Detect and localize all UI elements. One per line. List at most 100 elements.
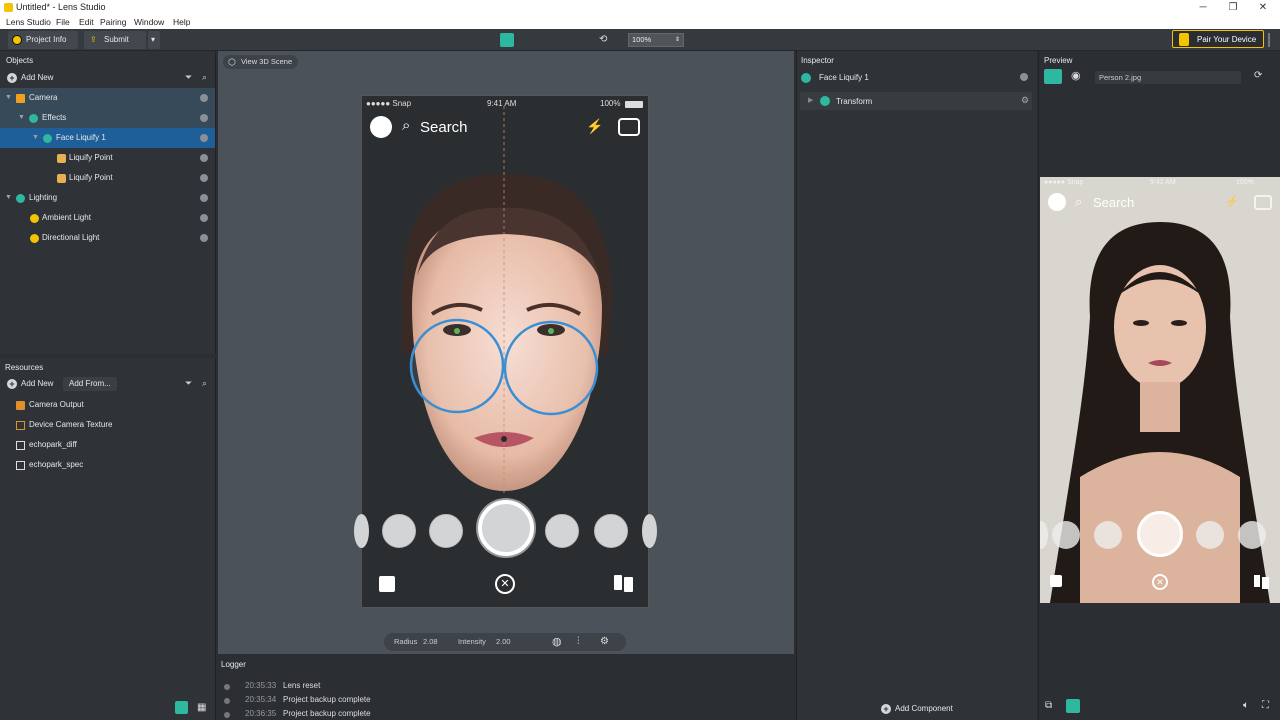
crop-icon[interactable]: ⛶ <box>1262 700 1269 711</box>
submit-dropdown-button[interactable]: ▾ <box>148 31 160 49</box>
reset-icon[interactable]: ⟲ <box>599 34 613 46</box>
resource-item[interactable]: echopark_spec <box>0 455 215 475</box>
snap-ghost-icon <box>12 35 22 45</box>
tree-item-face-liquify[interactable]: ▼ Face Liquify 1 <box>0 128 215 148</box>
visibility-toggle[interactable] <box>200 134 208 142</box>
lens-carousel-item[interactable] <box>594 514 628 548</box>
add-from-button[interactable]: Add From... <box>63 377 117 391</box>
lens-carousel-item[interactable] <box>382 514 416 548</box>
expand-arrow-icon[interactable]: ▶ <box>808 96 813 104</box>
resource-item[interactable]: Device Camera Texture <box>0 415 215 435</box>
search-icon: ⌕ <box>1075 194 1083 209</box>
log-level-icon <box>224 698 230 704</box>
resources-title: Resources <box>5 363 44 372</box>
visibility-toggle[interactable] <box>200 154 208 162</box>
inspector-object-name[interactable]: Face Liquify 1 <box>819 73 869 82</box>
expand-arrow-icon[interactable]: ▼ <box>5 188 12 208</box>
tree-item-liquify-point-1[interactable]: Liquify Point <box>0 148 215 168</box>
menu-file[interactable]: File <box>56 17 70 27</box>
visibility-toggle[interactable] <box>1020 73 1028 81</box>
refresh-icon[interactable]: ⟳ <box>1254 70 1262 81</box>
search-icon[interactable]: ⌕ <box>202 72 207 83</box>
expand-arrow-icon[interactable]: ▼ <box>5 88 12 108</box>
visibility-toggle[interactable] <box>200 174 208 182</box>
preview-settings-icon[interactable] <box>1066 699 1080 713</box>
transform-component[interactable]: ▶ Transform ⚙ <box>800 92 1032 110</box>
face-liquify-icon <box>43 134 52 143</box>
webcam-icon[interactable]: ◉ <box>1071 69 1081 82</box>
globe-icon[interactable]: ◍ <box>552 633 562 651</box>
tree-item-camera[interactable]: ▼ Camera <box>0 88 215 108</box>
lens-carousel-item[interactable] <box>354 514 369 548</box>
submit-lens-button[interactable]: ⇪ Submit Lens <box>84 31 146 62</box>
objects-add-new-button[interactable]: + Add New <box>7 71 53 85</box>
stories-icon[interactable] <box>614 575 634 592</box>
objects-title: Objects <box>6 56 34 65</box>
lens-carousel-item <box>1052 521 1080 549</box>
camera-output-icon <box>16 401 25 410</box>
view-3d-scene-button[interactable]: ⬡ View 3D Scene <box>223 55 299 69</box>
close-lens-icon[interactable]: ✕ <box>495 574 515 594</box>
lens-carousel-item <box>1196 521 1224 549</box>
resource-item[interactable]: echopark_diff <box>0 435 215 455</box>
lens-carousel-item[interactable] <box>642 514 657 548</box>
list-view-icon[interactable] <box>175 701 188 714</box>
lens-carousel-item[interactable] <box>429 514 463 548</box>
search-icon[interactable]: ⌕ <box>202 378 207 389</box>
plus-icon: + <box>7 378 17 389</box>
tree-item-lighting[interactable]: ▼ Lighting <box>0 188 215 208</box>
gear-icon[interactable]: ⚙ <box>1021 95 1029 106</box>
lighting-icon <box>16 194 25 203</box>
title-bar: Untitled* - Lens Studio ─ ❐ ✕ <box>0 0 1280 15</box>
maximize-button[interactable]: ❐ <box>1218 0 1248 15</box>
intensity-value[interactable]: 2.00 <box>496 633 511 651</box>
tree-item-ambient-light[interactable]: Ambient Light <box>0 208 215 228</box>
preview-source-select[interactable]: Person 2.jpg <box>1095 71 1241 84</box>
minimize-button[interactable]: ─ <box>1188 0 1218 15</box>
zoom-select[interactable]: 100% ⇕ <box>628 33 684 47</box>
plus-icon: + <box>7 72 17 83</box>
visibility-toggle[interactable] <box>200 194 208 202</box>
menu-window[interactable]: Window <box>134 17 164 27</box>
visibility-toggle[interactable] <box>200 94 208 102</box>
expand-arrow-icon[interactable]: ▼ <box>32 128 39 148</box>
preview-battery: 100% <box>1236 179 1254 186</box>
preview-time: 9:41 AM <box>1150 179 1176 186</box>
preview-image: ●●●●● Snap 9:41 AM 100% ⌕ Search ⚡ ✕ <box>1040 177 1280 603</box>
tree-item-liquify-point-2[interactable]: Liquify Point <box>0 168 215 188</box>
tree-item-effects[interactable]: ▼ Effects <box>0 108 215 128</box>
close-window-button[interactable]: ✕ <box>1248 0 1278 15</box>
plus-icon: + <box>881 703 891 714</box>
sliders-icon[interactable]: ⫶ <box>577 633 580 651</box>
memories-icon[interactable] <box>379 576 395 592</box>
gear-icon[interactable]: ⚙ <box>600 633 609 651</box>
flip-camera-icon <box>1254 195 1272 210</box>
pair-device-button[interactable]: Pair Your Device <box>1172 30 1264 48</box>
project-info-button[interactable]: Project Info <box>8 31 78 49</box>
snapcode-icon[interactable]: ⧉ <box>1045 700 1052 711</box>
expand-arrow-icon[interactable]: ▼ <box>18 108 25 128</box>
lens-carousel-item <box>1094 521 1122 549</box>
audio-icon[interactable]: 🔈︎ <box>1243 700 1249 711</box>
menu-help[interactable]: Help <box>173 17 190 27</box>
visibility-toggle[interactable] <box>200 114 208 122</box>
menu-pairing[interactable]: Pairing <box>100 17 126 27</box>
lens-carousel-item[interactable] <box>545 514 579 548</box>
grid-view-icon[interactable]: ▦ <box>197 702 206 713</box>
menu-edit[interactable]: Edit <box>79 17 94 27</box>
preview-mode-icon[interactable] <box>1044 69 1062 84</box>
resources-add-new-button[interactable]: + Add New <box>7 377 53 391</box>
preview-title: Preview <box>1044 56 1073 65</box>
menu-lens-studio[interactable]: Lens Studio <box>6 17 51 27</box>
resource-item[interactable]: Camera Output <box>0 395 215 415</box>
visibility-toggle[interactable] <box>200 234 208 242</box>
radius-value[interactable]: 2.08 <box>423 633 438 651</box>
capture-button[interactable] <box>478 500 534 556</box>
inspector-title: Inspector <box>801 56 834 65</box>
filter-icon[interactable]: ⏷ <box>185 378 192 389</box>
tree-item-directional-light[interactable]: Directional Light <box>0 228 215 248</box>
filter-icon[interactable]: ⏷ <box>185 72 192 83</box>
add-component-button[interactable]: + Add Component <box>881 702 953 716</box>
scene-toggle-icon[interactable] <box>500 33 514 47</box>
visibility-toggle[interactable] <box>200 214 208 222</box>
